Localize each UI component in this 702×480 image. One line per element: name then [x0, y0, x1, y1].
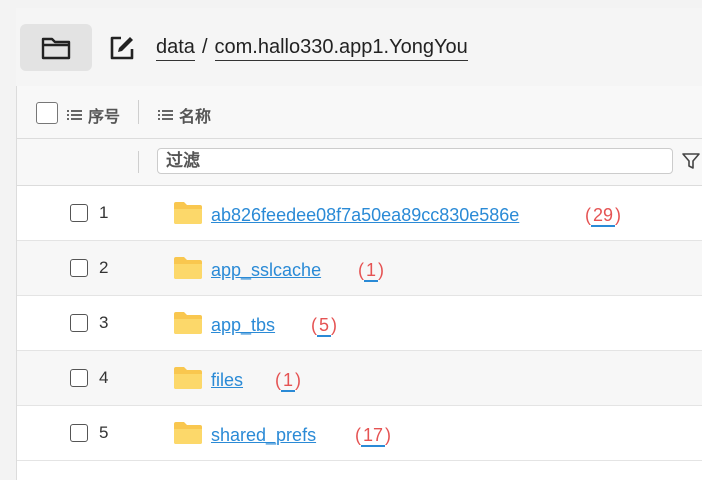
item-count[interactable]: (5): [311, 315, 337, 337]
column-divider: [138, 151, 139, 173]
column-header-index-label: 序号: [88, 109, 121, 126]
breadcrumb-segment-data[interactable]: data: [156, 36, 195, 61]
folder-icon: [174, 312, 202, 334]
row-checkbox[interactable]: [70, 314, 88, 332]
row-checkbox[interactable]: [70, 259, 88, 277]
row-checkbox[interactable]: [70, 369, 88, 387]
table-row[interactable]: 1 ab826feedee08f7a50ea89cc830e586e (29): [17, 186, 702, 241]
item-count[interactable]: (29): [585, 205, 621, 227]
folder-link[interactable]: app_sslcache: [211, 260, 321, 281]
open-folder-button[interactable]: [20, 24, 92, 71]
folder-icon: [174, 367, 202, 389]
item-count-value: 5: [317, 315, 332, 337]
edit-path-button[interactable]: [108, 34, 136, 62]
column-divider[interactable]: [138, 100, 139, 124]
column-header-name[interactable]: 名称: [158, 103, 211, 127]
filter-input[interactable]: [157, 148, 673, 174]
row-index: 4: [99, 368, 109, 387]
item-count-value: 1: [364, 260, 379, 282]
file-table: 序号 名称 1: [16, 86, 702, 480]
folder-link[interactable]: app_tbs: [211, 315, 275, 336]
table-row[interactable]: 4 files (1): [17, 351, 702, 406]
item-count[interactable]: (1): [275, 370, 301, 392]
filter-row: [17, 139, 702, 186]
row-checkbox[interactable]: [70, 204, 88, 222]
row-index: 3: [99, 313, 109, 332]
folder-icon: [174, 422, 202, 444]
row-index: 1: [99, 203, 109, 222]
toolbar: data / com.hallo330.app1.YongYou: [16, 8, 702, 86]
row-checkbox[interactable]: [70, 424, 88, 442]
row-index: 2: [99, 258, 109, 277]
list-icon: [158, 110, 173, 120]
column-header-name-label: 名称: [179, 109, 212, 126]
table-row[interactable]: 5 shared_prefs (17): [17, 406, 702, 461]
item-count-value: 1: [281, 370, 296, 392]
item-count-value: 17: [361, 425, 386, 447]
breadcrumb-separator: /: [201, 36, 208, 58]
folder-icon: [41, 37, 71, 59]
folder-icon: [174, 202, 202, 224]
file-browser-panel: data / com.hallo330.app1.YongYou 序号 名称 过…: [16, 8, 702, 480]
item-count-value: 29: [591, 205, 616, 227]
item-count[interactable]: (1): [358, 260, 384, 282]
row-index: 5: [99, 423, 109, 442]
list-icon: [67, 110, 82, 120]
table-header: 序号 名称: [17, 86, 702, 139]
folder-link[interactable]: files: [211, 370, 243, 391]
filter-icon[interactable]: [681, 151, 701, 171]
folder-link[interactable]: shared_prefs: [211, 425, 316, 446]
folder-link[interactable]: ab826feedee08f7a50ea89cc830e586e: [211, 205, 519, 226]
table-row[interactable]: 3 app_tbs (5): [17, 296, 702, 351]
item-count[interactable]: (17): [355, 425, 391, 447]
breadcrumb-segment-package[interactable]: com.hallo330.app1.YongYou: [214, 36, 468, 61]
select-all-checkbox[interactable]: [36, 102, 58, 124]
column-header-index[interactable]: 序号: [67, 103, 120, 127]
edit-icon: [110, 36, 134, 60]
breadcrumb: data / com.hallo330.app1.YongYou: [156, 36, 468, 61]
folder-icon: [174, 257, 202, 279]
table-row[interactable]: 2 app_sslcache (1): [17, 241, 702, 296]
